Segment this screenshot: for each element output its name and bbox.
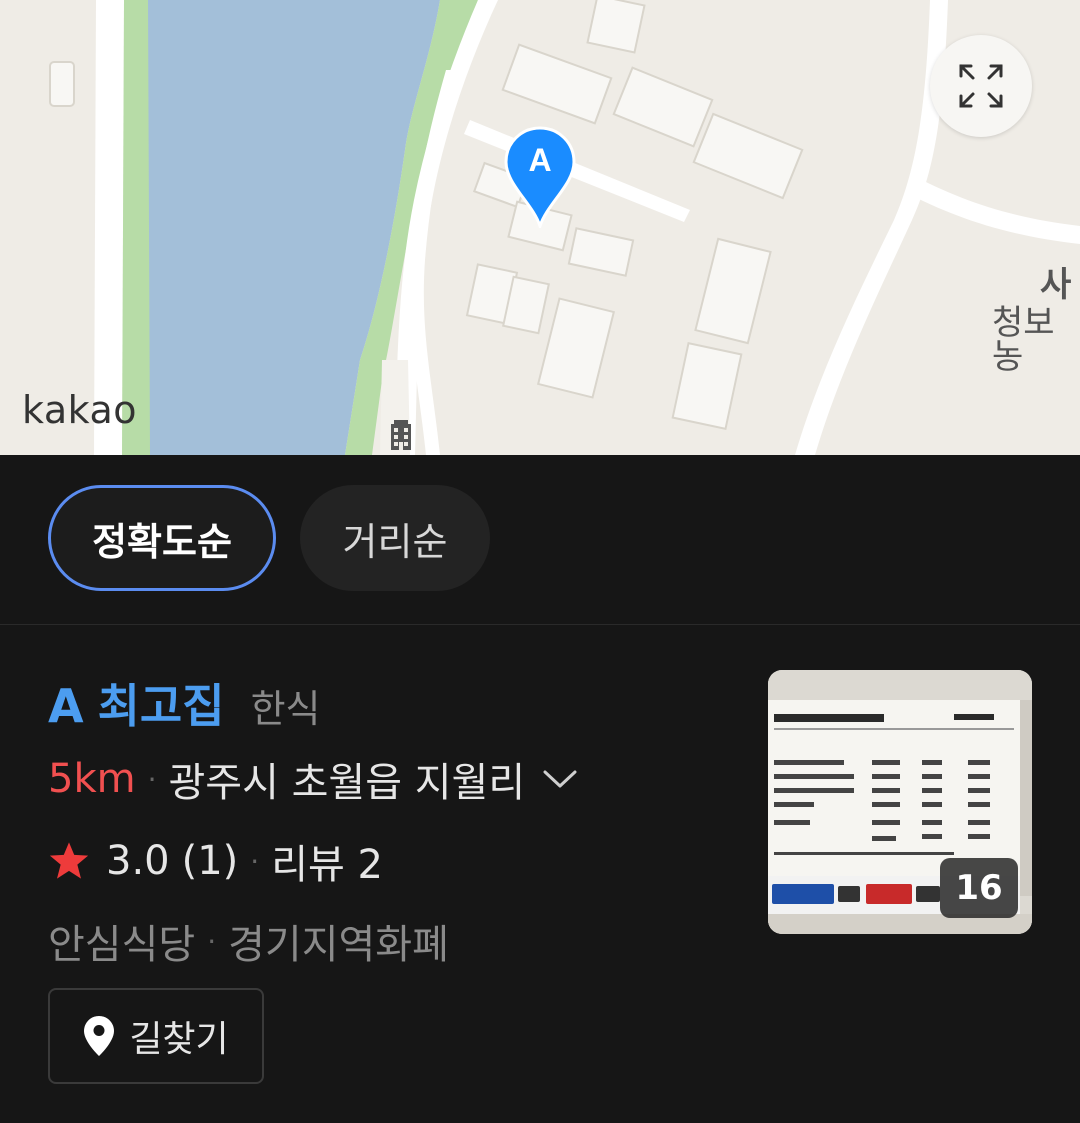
location-pin-icon: [84, 1016, 115, 1056]
map-view[interactable]: 사 청보농 A kakao: [0, 0, 1080, 455]
expand-icon: [959, 64, 1003, 108]
chevron-down-icon[interactable]: [543, 769, 577, 789]
tag-safe-restaurant: 안심식당: [48, 922, 196, 968]
rating-row: 3.0 (1) · 리뷰 2: [48, 832, 383, 890]
sort-bar: 정확도순 거리순: [0, 455, 1080, 625]
tag-local-currency: 경기지역화폐: [228, 922, 449, 968]
separator-dot: ·: [250, 844, 260, 878]
rating-value: 3.0: [106, 838, 170, 884]
building-icon: [391, 420, 411, 450]
rating-count: (1): [181, 838, 239, 884]
place-category: 한식: [250, 687, 321, 731]
distance-text: 5km: [48, 756, 136, 802]
map-logo: kakao: [22, 388, 137, 432]
poi-label: 사: [1040, 265, 1072, 305]
address-row[interactable]: 5km · 광주시 초월읍 지월리: [48, 750, 577, 808]
poi-label: 청보농: [992, 303, 1055, 377]
map-marker-letter: A: [528, 142, 552, 178]
directions-button[interactable]: 길찾기: [48, 988, 264, 1084]
photo-count-badge: 16: [940, 858, 1018, 918]
review-count-link[interactable]: 리뷰 2: [271, 832, 383, 890]
expand-map-button[interactable]: [930, 35, 1032, 137]
directions-label: 길찾기: [129, 1019, 229, 1060]
map-marker-icon[interactable]: A: [503, 126, 577, 231]
place-result-item[interactable]: A 최고집 한식 5km · 광주시 초월읍 지월리 3.0 (1) · 리뷰 …: [0, 626, 1080, 1123]
sort-accuracy-chip[interactable]: 정확도순: [48, 485, 276, 591]
separator-dot: ·: [207, 924, 217, 958]
separator-dot: ·: [147, 762, 157, 796]
place-photo-thumbnail[interactable]: 16: [768, 670, 1032, 934]
star-icon: [49, 842, 89, 879]
address-text: 광주시 초월읍 지월리: [168, 760, 526, 806]
place-title-row: A 최고집 한식: [48, 670, 321, 736]
tag-row: 안심식당 · 경기지역화폐: [48, 912, 449, 970]
sort-distance-chip[interactable]: 거리순: [300, 485, 490, 591]
place-marker-letter: A: [48, 679, 84, 733]
place-name[interactable]: 최고집: [98, 670, 225, 736]
